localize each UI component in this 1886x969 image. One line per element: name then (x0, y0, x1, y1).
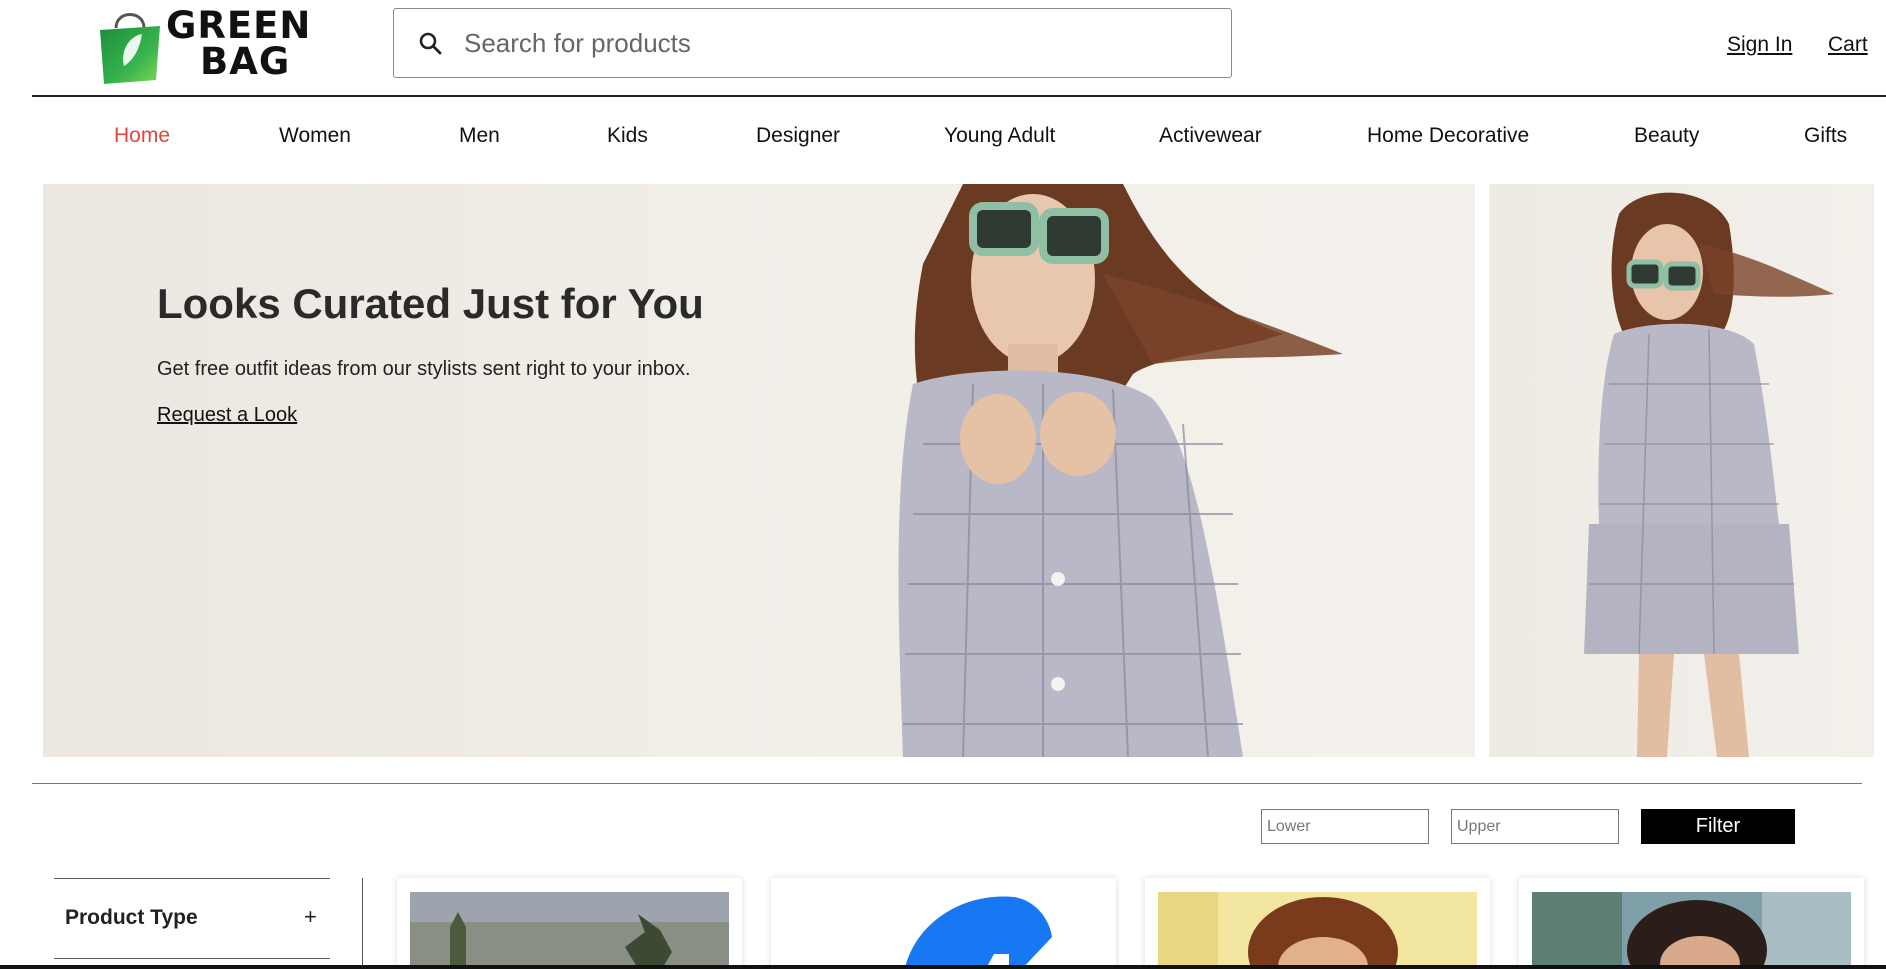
hero-banner: Looks Curated Just for You Get free outf… (43, 184, 1475, 757)
hero-side-model-image (1584, 192, 1834, 757)
site-header: GREEN BAG Sign In Cart (0, 0, 1886, 96)
sidebar-divider-bottom (54, 958, 330, 959)
hero-model-image (898, 184, 1343, 757)
nav-item-home-decorative[interactable]: Home Decorative (1367, 124, 1529, 148)
logo-line-2: BAG (200, 40, 291, 83)
filter-button[interactable]: Filter (1641, 809, 1795, 844)
hero-subtitle: Get free outfit ideas from our stylists … (157, 358, 691, 380)
nav-item-women[interactable]: Women (279, 124, 351, 148)
product-image-portrait (1158, 892, 1477, 969)
search-input[interactable] (464, 27, 1224, 59)
product-card[interactable] (397, 878, 742, 969)
product-card[interactable] (771, 878, 1116, 969)
product-card[interactable] (1145, 878, 1490, 969)
header-divider (32, 95, 1886, 97)
hero-side-image (1489, 184, 1874, 757)
green-bag-logo[interactable]: GREEN BAG (94, 2, 356, 84)
sidebar-vertical-divider (362, 878, 363, 969)
shopping-bag-logo-icon (100, 13, 160, 84)
nav-item-beauty[interactable]: Beauty (1634, 124, 1699, 148)
nav-item-men[interactable]: Men (459, 124, 500, 148)
facet-expand-toggle[interactable]: + (304, 904, 317, 930)
window-bottom-edge (0, 965, 1886, 969)
product-image-portrait (1532, 892, 1851, 969)
product-image-logo (784, 892, 1103, 969)
price-upper-input[interactable] (1451, 809, 1619, 844)
product-card[interactable] (1519, 878, 1864, 969)
section-divider (32, 783, 1862, 784)
search-bar[interactable] (393, 8, 1232, 78)
hero-title: Looks Curated Just for You (157, 280, 704, 327)
nav-item-young-adult[interactable]: Young Adult (944, 124, 1055, 148)
nav-item-designer[interactable]: Designer (756, 124, 840, 148)
sidebar-divider-top (54, 878, 330, 879)
logo-wordmark: GREEN BAG (166, 7, 311, 83)
facet-product-type-label[interactable]: Product Type (65, 906, 198, 930)
nav-item-activewear[interactable]: Activewear (1159, 124, 1262, 148)
nav-item-gifts[interactable]: Gifts (1804, 124, 1847, 148)
category-nav: Home Women Men Kids Designer Young Adult… (0, 120, 1886, 156)
request-a-look-link[interactable]: Request a Look (157, 404, 297, 427)
sign-in-link[interactable]: Sign In (1727, 33, 1792, 57)
cart-link[interactable]: Cart (1828, 33, 1868, 57)
search-icon[interactable] (418, 31, 442, 55)
nav-item-home[interactable]: Home (114, 124, 170, 148)
product-image-landscape (410, 892, 729, 969)
price-lower-input[interactable] (1261, 809, 1429, 844)
nav-item-kids[interactable]: Kids (607, 124, 648, 148)
